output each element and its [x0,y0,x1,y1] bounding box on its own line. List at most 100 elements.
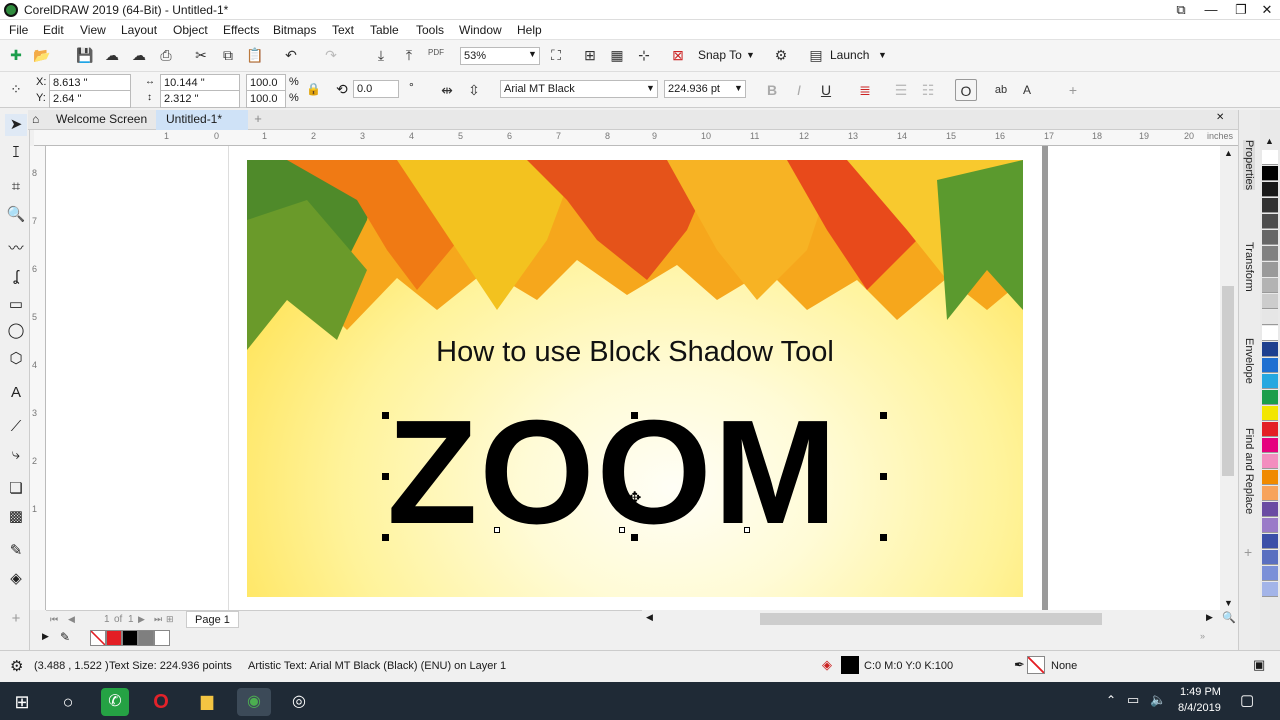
y-position-field[interactable]: 2.64 " [49,90,131,108]
obs-icon[interactable]: ◎ [285,688,313,716]
copy-icon[interactable]: ⧉ [217,44,239,66]
new-document-icon[interactable]: ✚ [5,44,27,66]
palette-swatch[interactable] [1262,438,1278,453]
coreldraw-taskbar-icon[interactable]: ◉ [237,688,271,716]
palette-up-icon[interactable]: ▲ [1265,136,1274,146]
tray-chevron-icon[interactable]: ⌃ [1106,693,1116,707]
clock-date[interactable]: 8/4/2019 [1178,702,1221,714]
restore-small-icon[interactable]: ⧉ [1164,0,1198,20]
menu-text[interactable]: Text [332,23,354,37]
tab-untitled-1[interactable]: Untitled-1* [156,110,248,130]
palette-swatch[interactable] [1262,374,1278,389]
palette-swatch[interactable] [1262,406,1278,421]
palette-swatch[interactable] [1262,342,1278,357]
palette-swatch[interactable] [1262,566,1278,581]
freehand-tool-icon[interactable]: 〰 [5,238,27,260]
zoom-artistic-text[interactable]: ZOOM [387,399,839,547]
connector-tool-icon[interactable]: ⤷ [5,444,27,466]
palette-swatch[interactable] [1262,214,1278,229]
docker-close-icon[interactable]: ✕ [1216,112,1224,123]
rectangle-tool-icon[interactable]: ▭ [5,294,27,316]
docker-tab-find-replace[interactable]: Find and Replace [1243,428,1255,514]
cut-icon[interactable]: ✂ [190,44,212,66]
import-icon[interactable]: ⤓ [370,44,392,66]
show-grid-icon[interactable]: ▦ [606,44,628,66]
menu-layout[interactable]: Layout [121,23,157,37]
zoom-navigator-icon[interactable]: 🔍 [1222,611,1236,624]
export-icon[interactable]: ⤒ [398,44,420,66]
page-1-tab[interactable]: Page 1 [186,611,239,628]
whatsapp-icon[interactable]: ✆ [101,688,129,716]
add-tool-icon[interactable]: + [5,608,27,630]
open-folder-icon[interactable]: 📂 [31,44,53,66]
horizontal-scroll-thumb[interactable] [760,613,1102,625]
menu-bitmaps[interactable]: Bitmaps [273,23,316,37]
heading-text[interactable]: How to use Block Shadow Tool [247,336,1023,369]
prev-page-icon[interactable]: ◀ [68,614,75,625]
selection-handle-bm[interactable] [631,534,638,541]
fill-color-swatch[interactable] [841,656,859,674]
search-cortana-icon[interactable]: ○ [54,688,82,716]
palette-swatch[interactable] [1262,358,1278,373]
reference-point-icon[interactable]: ⁘ [5,78,27,100]
palette-swatch[interactable] [1262,182,1278,197]
home-icon[interactable]: ⌂ [32,112,39,126]
palette-swatch[interactable] [1262,326,1278,341]
edit-text-icon[interactable]: ab [990,79,1012,101]
doc-swatch-white[interactable] [154,630,170,646]
show-guidelines-icon[interactable]: ⊹ [633,44,655,66]
pick-tool-icon[interactable]: ➤ [5,114,27,136]
add-toolbar-icon[interactable]: + [1062,79,1084,101]
interactive-opentype-icon[interactable]: A [1016,79,1038,101]
print-icon[interactable]: ⎙ [155,44,177,66]
cloud-upload-icon[interactable]: ☁ [128,44,150,66]
palette-swatch[interactable] [1262,278,1278,293]
text-alignment-icon[interactable]: ≣ [854,79,876,101]
next-page-icon[interactable]: ▶ [138,614,145,625]
node-handle[interactable] [744,527,750,533]
menu-help[interactable]: Help [517,23,542,37]
opera-icon[interactable]: O [147,688,175,716]
zoom-dropdown-icon[interactable]: ▼ [528,49,537,59]
snap-to-dropdown[interactable]: Snap To [698,48,742,62]
palette-swatch[interactable] [1262,454,1278,469]
drop-shadow-tool-icon[interactable]: ❏ [5,478,27,500]
text-tool-icon[interactable]: A [5,382,27,404]
redo-icon[interactable]: ↷ [320,44,342,66]
palette-swatch[interactable] [1262,582,1278,597]
menu-effects[interactable]: Effects [223,23,259,37]
italic-icon[interactable]: I [788,79,810,101]
add-docker-icon[interactable]: + [1244,544,1252,560]
tab-welcome-screen[interactable]: Welcome Screen [46,110,166,130]
menu-edit[interactable]: Edit [43,23,64,37]
docker-tab-transform[interactable]: Transform [1243,242,1255,292]
mirror-vertical-icon[interactable]: ⇳ [463,79,485,101]
palette-swatch[interactable] [1262,294,1278,309]
palette-swatch[interactable] [1262,534,1278,549]
artwork-background[interactable]: How to use Block Shadow Tool ZOOM [247,160,1023,597]
scroll-up-icon[interactable]: ▲ [1224,148,1233,158]
windows-start-icon[interactable]: ⊞ [8,688,36,716]
menu-object[interactable]: Object [173,23,208,37]
file-explorer-icon[interactable]: ▆ [193,688,221,716]
mirror-horizontal-icon[interactable]: ⇹ [436,79,458,101]
vertical-scrollbar[interactable]: ▲ ▼ [1220,146,1238,612]
palette-swatch[interactable] [1262,422,1278,437]
node-handle[interactable] [494,527,500,533]
palette-swatch[interactable] [1262,470,1278,485]
zoom-tool-icon[interactable]: 🔍 [5,204,27,226]
add-tab-button[interactable]: + [250,111,266,129]
eyedropper-tool-icon[interactable]: ✎ [5,540,27,562]
bullet-list-icon[interactable]: ☰ [890,79,912,101]
full-screen-icon[interactable]: ⛶ [545,44,567,66]
doc-swatch-red[interactable] [106,630,122,646]
minimize-button[interactable]: — [1194,0,1228,20]
palette-swatch[interactable] [1262,502,1278,517]
show-rulers-icon[interactable]: ⊞ [579,44,601,66]
selection-handle-tm[interactable] [631,412,638,419]
palette-swatch[interactable] [1262,150,1278,165]
doc-palette-arrow-icon[interactable]: ▶ [42,631,49,642]
horizontal-scrollbar[interactable]: ◀ ▶ 🔍 [644,612,1238,626]
font-list-dropdown[interactable]: Arial MT Black [500,80,658,98]
doc-swatch-gray[interactable] [138,630,154,646]
